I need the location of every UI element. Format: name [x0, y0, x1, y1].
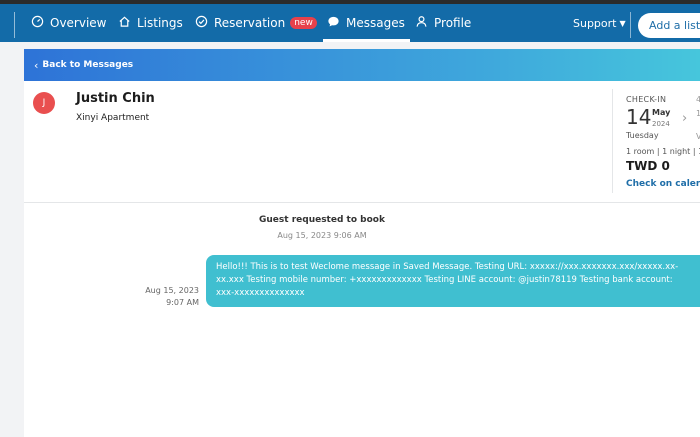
message-bubble: Hello!!! This is to test Weclome message… [206, 255, 700, 307]
support-menu[interactable]: Support ▼ [573, 4, 626, 42]
person-icon [415, 15, 434, 31]
message-timestamp: Aug 15, 2023 9:07 AM [134, 285, 199, 309]
nav-divider [630, 12, 631, 38]
checkin-day: 14 [626, 105, 652, 129]
avatar: J [33, 92, 55, 114]
chat-bubble-icon [327, 15, 346, 31]
checkin-year: 2024 [652, 120, 670, 128]
gauge-icon [31, 15, 50, 31]
new-badge: new [290, 17, 317, 29]
conversation-panel: ‹ Back to Messages J Justin Chin Xinyi A… [24, 49, 700, 437]
property-name: Xinyi Apartment [76, 113, 150, 123]
checkin-label: CHECK-IN [626, 95, 667, 104]
back-label: Back to Messages [42, 60, 134, 70]
back-to-messages-link[interactable]: ‹ Back to Messages [34, 59, 133, 72]
home-icon [118, 15, 137, 31]
nav-item-profile[interactable]: Profile [415, 4, 471, 42]
nav-item-messages[interactable]: Messages [323, 4, 410, 42]
guest-name: Justin Chin [76, 91, 155, 106]
nav-separator [14, 12, 15, 38]
message-date: Aug 15, 2023 [145, 286, 199, 295]
nav-item-listings[interactable]: Listings [118, 4, 183, 42]
event-title: Guest requested to book [259, 215, 385, 225]
checkout-day-fragment: 1 [696, 109, 700, 118]
support-label: Support [573, 16, 617, 30]
nav-item-label: Messages [346, 16, 405, 30]
nav-item-label: Overview [50, 16, 107, 30]
checkout-weekday-fragment: V [696, 132, 700, 141]
stay-info: 1 room | 1 night | 1 ad [626, 147, 700, 156]
main-nav: Overview Listings Reservation new Messag… [0, 4, 700, 42]
nav-item-overview[interactable]: Overview [31, 4, 107, 42]
chevron-down-icon: ▼ [619, 18, 626, 28]
check-circle-icon [195, 15, 214, 31]
chevron-right-icon: › [682, 111, 688, 126]
booking-divider [612, 89, 613, 193]
add-listing-button[interactable]: Add a listing [638, 13, 700, 38]
check-on-calendar-link[interactable]: Check on calenda [626, 179, 700, 189]
checkout-label-fragment: 4 [696, 95, 700, 104]
nav-item-label: Profile [434, 16, 472, 30]
event-timestamp: Aug 15, 2023 9:06 AM [277, 231, 367, 240]
booking-price: TWD 0 [626, 159, 670, 173]
checkin-month: May [652, 108, 671, 117]
message-time: 9:07 AM [166, 298, 199, 307]
guest-info: J Justin Chin Xinyi Apartment CHECK-IN 1… [24, 81, 700, 203]
checkin-weekday: Tuesday [626, 131, 659, 140]
nav-item-label: Reservation [214, 16, 286, 30]
chevron-left-icon: ‹ [34, 58, 39, 72]
nav-item-label: Listings [137, 16, 183, 30]
nav-item-reservation[interactable]: Reservation new [195, 4, 317, 42]
conversation-header: ‹ Back to Messages [24, 49, 700, 81]
